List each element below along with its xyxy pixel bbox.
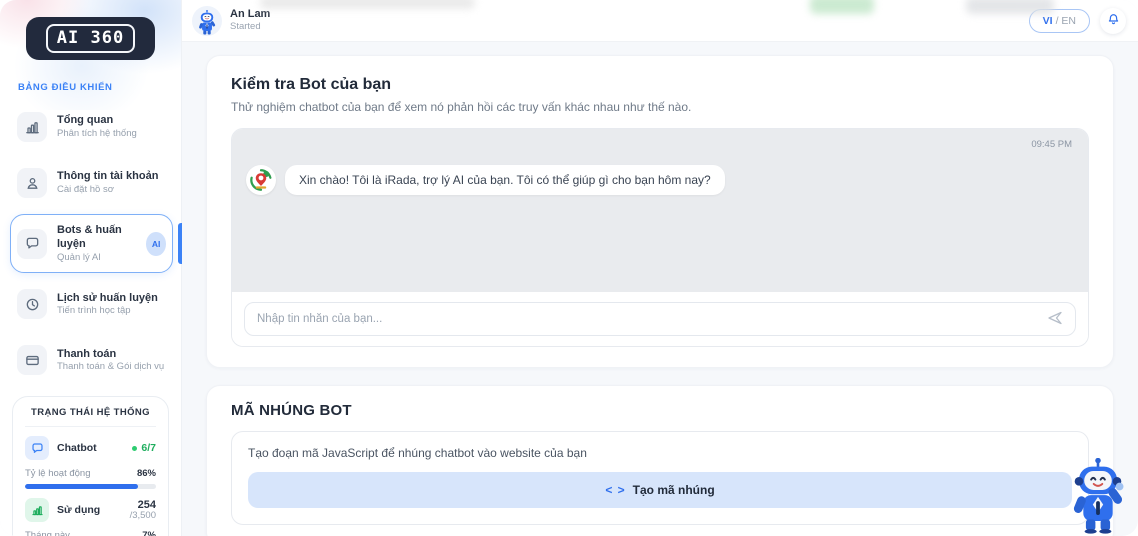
- month-value: 7%: [142, 530, 156, 536]
- sidebar-item-bots-training[interactable]: Bots & huấn luyện Quản lý AI AI: [10, 214, 173, 273]
- sidebar-section-label: BẢNG ĐIỀU KHIỂN: [0, 70, 181, 97]
- main-area: An Lam Started VI / EN Kiểm tra Bot của …: [182, 0, 1138, 536]
- generate-embed-label: Tạo mã nhúng: [633, 483, 715, 497]
- nav-item-sublabel: Cài đặt hồ sơ: [57, 184, 158, 196]
- nav-item-sublabel: Phân tích hệ thống: [57, 128, 137, 140]
- chat-message-input[interactable]: [257, 313, 1047, 325]
- embed-code-box: Tạo đoạn mã JavaScript để nhúng chatbot …: [231, 431, 1089, 525]
- bot-message-bubble: Xin chào! Tôi là iRada, trợ lý AI của bạ…: [285, 165, 725, 195]
- nav-item-label: Thông tin tài khoản: [57, 170, 158, 184]
- uptime-progress-fill: [25, 484, 138, 489]
- send-button[interactable]: [1047, 310, 1063, 329]
- content-area: Kiểm tra Bot của bạn Thử nghiệm chatbot …: [182, 42, 1138, 536]
- sidebar-item-overview[interactable]: Tổng quan Phân tích hệ thống: [10, 102, 173, 152]
- nav-item-sublabel: Tiến trình học tập: [57, 305, 158, 317]
- credit-card-icon: [17, 345, 47, 375]
- generate-embed-button[interactable]: < > Tạo mã nhúng: [248, 472, 1072, 508]
- user-icon: [17, 168, 47, 198]
- nav-item-sublabel: Quản lý AI: [57, 252, 136, 264]
- app-window: AI 360 BẢNG ĐIỀU KHIỂN Tổng quan Phân tí…: [0, 0, 1138, 536]
- chat-message-area: 09:45 PM: [232, 129, 1088, 292]
- robot-mascot: [1070, 458, 1126, 534]
- embed-code-title: MÃ NHÚNG BOT: [231, 402, 1089, 419]
- usage-label: Sử dụng: [57, 504, 100, 516]
- test-bot-subtitle: Thử nghiệm chatbot của bạn để xem nó phả…: [231, 100, 1089, 114]
- month-label: Tháng này: [25, 530, 70, 536]
- chat-timestamp: 09:45 PM: [1031, 139, 1072, 150]
- test-bot-title: Kiểm tra Bot của bạn: [231, 76, 1089, 94]
- chatbot-status-label: Chatbot: [57, 442, 97, 454]
- chat-input-row: [232, 292, 1088, 346]
- chat-bubble-icon: [17, 229, 47, 259]
- user-name: An Lam: [230, 8, 270, 21]
- uptime-progress-track: [25, 484, 156, 489]
- sidebar-nav: Tổng quan Phân tích hệ thống Thông tin t…: [0, 97, 181, 388]
- chatbot-status-icon: [25, 436, 49, 460]
- ai-badge: AI: [146, 232, 166, 256]
- bot-message-row: Xin chào! Tôi là iRada, trợ lý AI của bạ…: [246, 165, 1074, 195]
- user-avatar: [192, 6, 222, 36]
- usage-status-icon: [25, 498, 49, 522]
- nav-item-sublabel: Thanh toán & Gói dịch vụ: [57, 361, 164, 373]
- code-icon: < >: [605, 483, 625, 497]
- bar-chart-icon: [17, 112, 47, 142]
- embed-code-card: MÃ NHÚNG BOT Tạo đoạn mã JavaScript để n…: [206, 385, 1114, 536]
- bot-avatar: [246, 165, 276, 195]
- embed-code-description: Tạo đoạn mã JavaScript để nhúng chatbot …: [248, 446, 1072, 460]
- bell-icon: [1107, 13, 1120, 29]
- sidebar-item-account[interactable]: Thông tin tài khoản Cài đặt hồ sơ: [10, 158, 173, 208]
- top-bar: An Lam Started VI / EN: [182, 0, 1138, 42]
- sidebar-item-billing[interactable]: Thanh toán Thanh toán & Gói dịch vụ: [10, 335, 173, 385]
- language-primary: VI: [1043, 15, 1053, 27]
- sidebar-item-training-history[interactable]: Lịch sử huấn luyện Tiến trình học tập: [10, 279, 173, 329]
- uptime-label: Tỷ lệ hoạt động: [25, 468, 91, 479]
- redacted-badge-blur: [810, 0, 874, 14]
- test-bot-card: Kiểm tra Bot của bạn Thử nghiệm chatbot …: [206, 55, 1114, 368]
- app-logo-text: AI 360: [46, 24, 135, 53]
- language-secondary: / EN: [1056, 15, 1076, 27]
- nav-item-label: Thanh toán: [57, 348, 164, 362]
- uptime-value: 86%: [137, 468, 156, 479]
- send-icon: [1047, 310, 1063, 329]
- logo-container: AI 360: [0, 0, 181, 70]
- system-status-card: TRẠNG THÁI HỆ THỐNG Chatbot 6/7 Tỷ lệ ho…: [12, 396, 169, 536]
- sidebar: AI 360 BẢNG ĐIỀU KHIỂN Tổng quan Phân tí…: [0, 0, 182, 536]
- chat-box: 09:45 PM: [231, 128, 1089, 347]
- nav-item-label: Tổng quan: [57, 114, 137, 128]
- clock-icon: [17, 289, 47, 319]
- user-status: Started: [230, 21, 270, 32]
- app-logo: AI 360: [26, 17, 155, 60]
- chatbot-status-value: 6/7: [132, 442, 156, 454]
- redacted-label-blur: [966, 0, 1054, 14]
- usage-total: /3,500: [130, 511, 156, 522]
- notifications-button[interactable]: [1100, 8, 1126, 34]
- nav-item-label: Lịch sử huấn luyện: [57, 292, 158, 306]
- system-status-title: TRẠNG THÁI HỆ THỐNG: [25, 407, 156, 427]
- redacted-text-blur: [260, 0, 475, 9]
- nav-item-label: Bots & huấn luyện: [57, 224, 136, 252]
- status-dot: [132, 446, 137, 451]
